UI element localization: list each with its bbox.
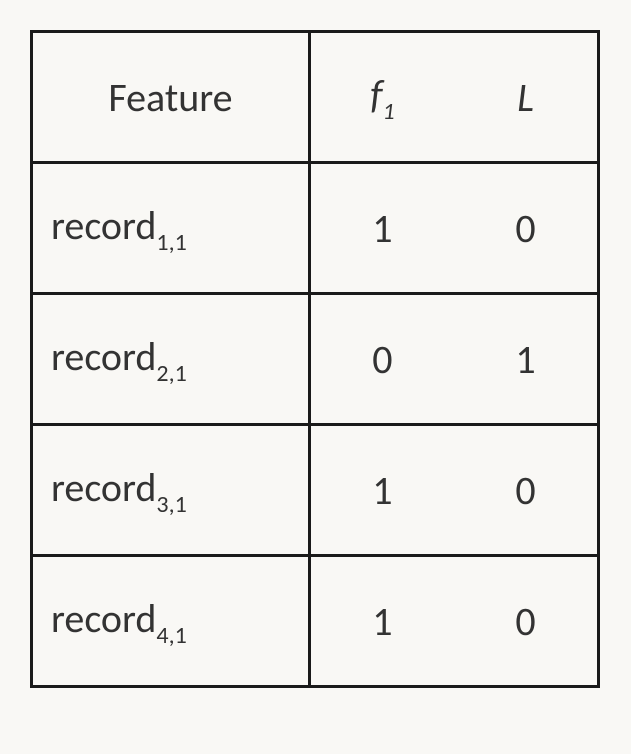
cell-L: 1 [454, 294, 599, 425]
row-label-prefix: record [51, 594, 156, 643]
row-label-sub: 2,1 [156, 359, 186, 388]
row-label-sub: 4,1 [156, 621, 186, 650]
row-label: record4,1 [32, 556, 310, 687]
row-label: record1,1 [32, 163, 310, 294]
cell-L: 0 [454, 163, 599, 294]
table-row: record1,1 1 0 [32, 163, 599, 294]
row-label-prefix: record [51, 463, 156, 512]
cell-f1: 1 [309, 556, 454, 687]
row-label-sub: 3,1 [156, 490, 186, 519]
row-label: record3,1 [32, 425, 310, 556]
cell-f1: 0 [309, 294, 454, 425]
header-f1-letter: f [370, 70, 382, 119]
row-label-prefix: record [51, 201, 156, 250]
row-label-sub: 1,1 [156, 228, 186, 257]
header-feature: Feature [32, 32, 310, 163]
header-row: Feature f1 L [32, 32, 599, 163]
cell-f1: 1 [309, 163, 454, 294]
table-row: record4,1 1 0 [32, 556, 599, 687]
cell-L: 0 [454, 556, 599, 687]
data-table: Feature f1 L record1,1 1 0 record2,1 0 1… [30, 30, 600, 688]
table-row: record3,1 1 0 [32, 425, 599, 556]
table-row: record2,1 0 1 [32, 294, 599, 425]
cell-f1: 1 [309, 425, 454, 556]
header-f1: f1 [309, 32, 454, 163]
row-label-prefix: record [51, 332, 156, 381]
data-table-container: Feature f1 L record1,1 1 0 record2,1 0 1… [30, 30, 600, 688]
cell-L: 0 [454, 425, 599, 556]
header-f1-sub: 1 [382, 97, 394, 126]
header-L: L [454, 32, 599, 163]
row-label: record2,1 [32, 294, 310, 425]
